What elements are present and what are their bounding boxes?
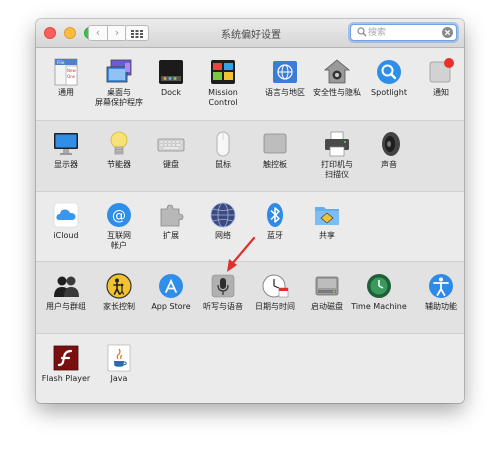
accessibility-icon — [427, 272, 455, 300]
printer-icon — [323, 130, 351, 158]
language-flag-icon — [271, 58, 299, 86]
microphone-icon — [209, 272, 237, 300]
clock-icon — [261, 272, 289, 300]
display-icon — [52, 130, 80, 158]
mouse-icon — [209, 130, 237, 158]
parental-controls-icon — [105, 272, 133, 300]
pane-section-other — [36, 334, 464, 403]
pane-section-internet — [36, 192, 464, 262]
svg-text:@: @ — [112, 208, 126, 224]
general-icon-one: One — [67, 74, 76, 79]
general-icon-new: New — [67, 68, 76, 73]
trackpad-icon — [261, 130, 289, 158]
dock-icon — [157, 58, 185, 86]
pane-section-system — [36, 262, 464, 334]
pane-label: 辅助功能 — [425, 302, 457, 311]
speaker-icon — [375, 130, 403, 158]
app-store-icon — [157, 272, 185, 300]
keyboard-icon — [157, 130, 185, 158]
grid-icon — [131, 30, 143, 38]
window-title: 系统偏好设置 — [221, 30, 281, 41]
pane-label: 通知 — [433, 88, 449, 97]
bluetooth-icon — [261, 201, 289, 229]
pane-label: 声音 — [381, 160, 397, 169]
forward-button[interactable]: › — [107, 25, 127, 41]
spotlight-magnifier-icon — [375, 58, 403, 86]
pane-label: Java — [110, 374, 128, 383]
search-input[interactable] — [368, 25, 438, 40]
clear-search-icon[interactable] — [442, 27, 453, 38]
java-icon — [105, 344, 133, 372]
desktop-icon — [105, 58, 133, 86]
back-button[interactable]: ‹ — [88, 25, 108, 41]
startup-disk-icon — [313, 272, 341, 300]
show-all-button[interactable] — [125, 25, 149, 41]
search-icon — [357, 27, 367, 37]
minimize-window-button[interactable] — [64, 27, 76, 39]
pane-label: 共享 — [319, 231, 335, 240]
lightbulb-icon — [105, 130, 133, 158]
pane-label: 触控板 — [263, 160, 287, 169]
general-icon: File New One — [52, 58, 80, 86]
search-field[interactable] — [350, 24, 457, 41]
puzzle-icon — [157, 201, 185, 229]
globe-icon — [209, 201, 237, 229]
mission-control-icon — [209, 58, 237, 86]
pane-label: Time Machine — [351, 302, 407, 311]
at-sign-icon: @ — [105, 201, 133, 229]
pane-label: Mission Control — [208, 88, 238, 107]
security-house-icon — [323, 58, 351, 86]
icloud-icon — [52, 201, 80, 229]
system-preferences-window: ‹ › 系统偏好设置 搜索 File New One 通用 桌面与 屏幕保护程序… — [36, 19, 464, 403]
title-bar: ‹ › 系统偏好设置 — [36, 19, 464, 48]
flash-player-icon — [52, 344, 80, 372]
time-machine-icon — [365, 272, 393, 300]
close-window-button[interactable] — [44, 27, 56, 39]
notifications-icon — [427, 58, 455, 86]
sharing-folder-icon — [313, 201, 341, 229]
general-icon-file: File — [57, 60, 65, 66]
users-icon — [52, 272, 80, 300]
